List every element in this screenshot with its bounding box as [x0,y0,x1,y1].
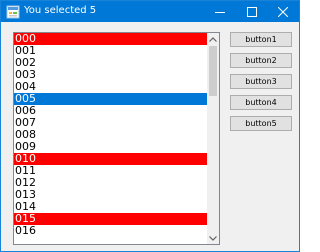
close-button[interactable] [267,1,299,22]
scroll-down-button[interactable] [207,232,219,244]
list-item[interactable]: 015 [14,213,207,225]
maximize-button[interactable] [236,1,268,22]
minimize-icon [215,11,225,13]
minimize-button[interactable] [204,1,236,22]
list-item[interactable]: 000 [14,33,207,45]
list-item[interactable]: 009 [14,141,207,153]
number-listbox[interactable]: 000 001 002 003 004 005 006 007 008 009 010 011 012 0… [13,32,220,245]
list-item[interactable]: 008 [14,129,207,141]
list-item[interactable]: 014 [14,201,207,213]
list-item[interactable]: 006 [14,105,207,117]
button1[interactable]: button1 [230,32,292,47]
chevron-down-icon [209,235,217,241]
listbox-items: 000 001 002 003 004 005 006 007 008 009 010 011 012 0… [14,33,207,237]
list-item[interactable]: 012 [14,177,207,189]
list-item[interactable]: 013 [14,189,207,201]
list-item[interactable]: 007 [14,117,207,129]
list-item[interactable]: 002 [14,57,207,69]
app-icon [6,4,20,19]
scroll-up-button[interactable] [207,33,219,45]
client-area: 000 001 002 003 004 005 006 007 008 009 010 011 012 0… [1,22,299,251]
button3[interactable]: button3 [230,74,292,89]
list-item[interactable]: 005 [14,93,207,105]
list-item[interactable]: 004 [14,81,207,93]
list-item[interactable]: 016 [14,225,207,237]
list-item[interactable]: 010 [14,153,207,165]
button2[interactable]: button2 [230,53,292,68]
close-icon [278,6,288,17]
chevron-up-icon [209,36,217,42]
list-item[interactable]: 003 [14,69,207,81]
button5[interactable]: button5 [230,116,292,131]
scroll-thumb[interactable] [209,46,217,96]
maximize-icon [247,6,257,17]
vertical-scrollbar[interactable] [207,33,219,244]
title-bar[interactable]: You selected 5 [1,1,299,22]
window-title: You selected 5 [24,5,97,16]
list-item[interactable]: 001 [14,45,207,57]
button4[interactable]: button4 [230,95,292,110]
main-window: You selected 5 000 001 002 003 004 005 006 007 0… [0,0,300,252]
list-item[interactable]: 011 [14,165,207,177]
